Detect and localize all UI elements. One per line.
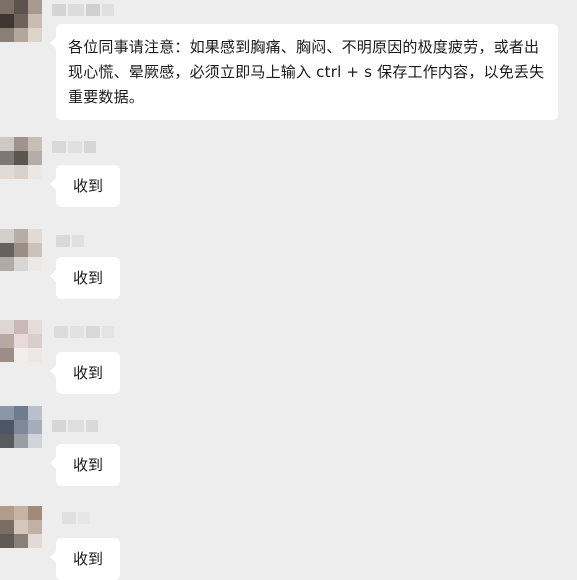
avatar[interactable] <box>0 506 42 548</box>
sender-name-blurred <box>52 420 98 432</box>
sender-name-blurred <box>62 512 90 524</box>
message-bubble[interactable]: 收到 <box>50 352 120 394</box>
message-bubble[interactable]: 各位同事请注意：如果感到胸痛、胸闷、不明原因的极度疲劳，或者出现心慌、晕厥感，必… <box>50 24 558 120</box>
message-bubble[interactable]: 收到 <box>50 444 120 486</box>
sender-name-blurred <box>52 141 96 153</box>
sender-name-blurred <box>56 235 84 247</box>
avatar[interactable] <box>0 0 42 42</box>
avatar[interactable] <box>0 406 42 448</box>
message-row: 各位同事请注意：如果感到胸痛、胸闷、不明原因的极度疲劳，或者出现心慌、晕厥感，必… <box>0 0 577 120</box>
message-bubble[interactable]: 收到 <box>50 165 120 207</box>
message-row: 收到 <box>0 318 577 398</box>
sender-name-blurred <box>52 4 114 16</box>
message-bubble[interactable]: 收到 <box>50 538 120 580</box>
message-row: 收到 <box>0 225 577 305</box>
avatar[interactable] <box>0 229 42 271</box>
message-bubble[interactable]: 收到 <box>50 257 120 299</box>
avatar[interactable] <box>0 320 42 362</box>
avatar[interactable] <box>0 137 42 179</box>
message-row: 收到 <box>0 506 577 580</box>
message-row: 收到 <box>0 404 577 486</box>
chat-conversation: 各位同事请注意：如果感到胸痛、胸闷、不明原因的极度疲劳，或者出现心慌、晕厥感，必… <box>0 0 577 580</box>
sender-name-blurred <box>54 326 114 338</box>
message-row: 收到 <box>0 133 577 213</box>
